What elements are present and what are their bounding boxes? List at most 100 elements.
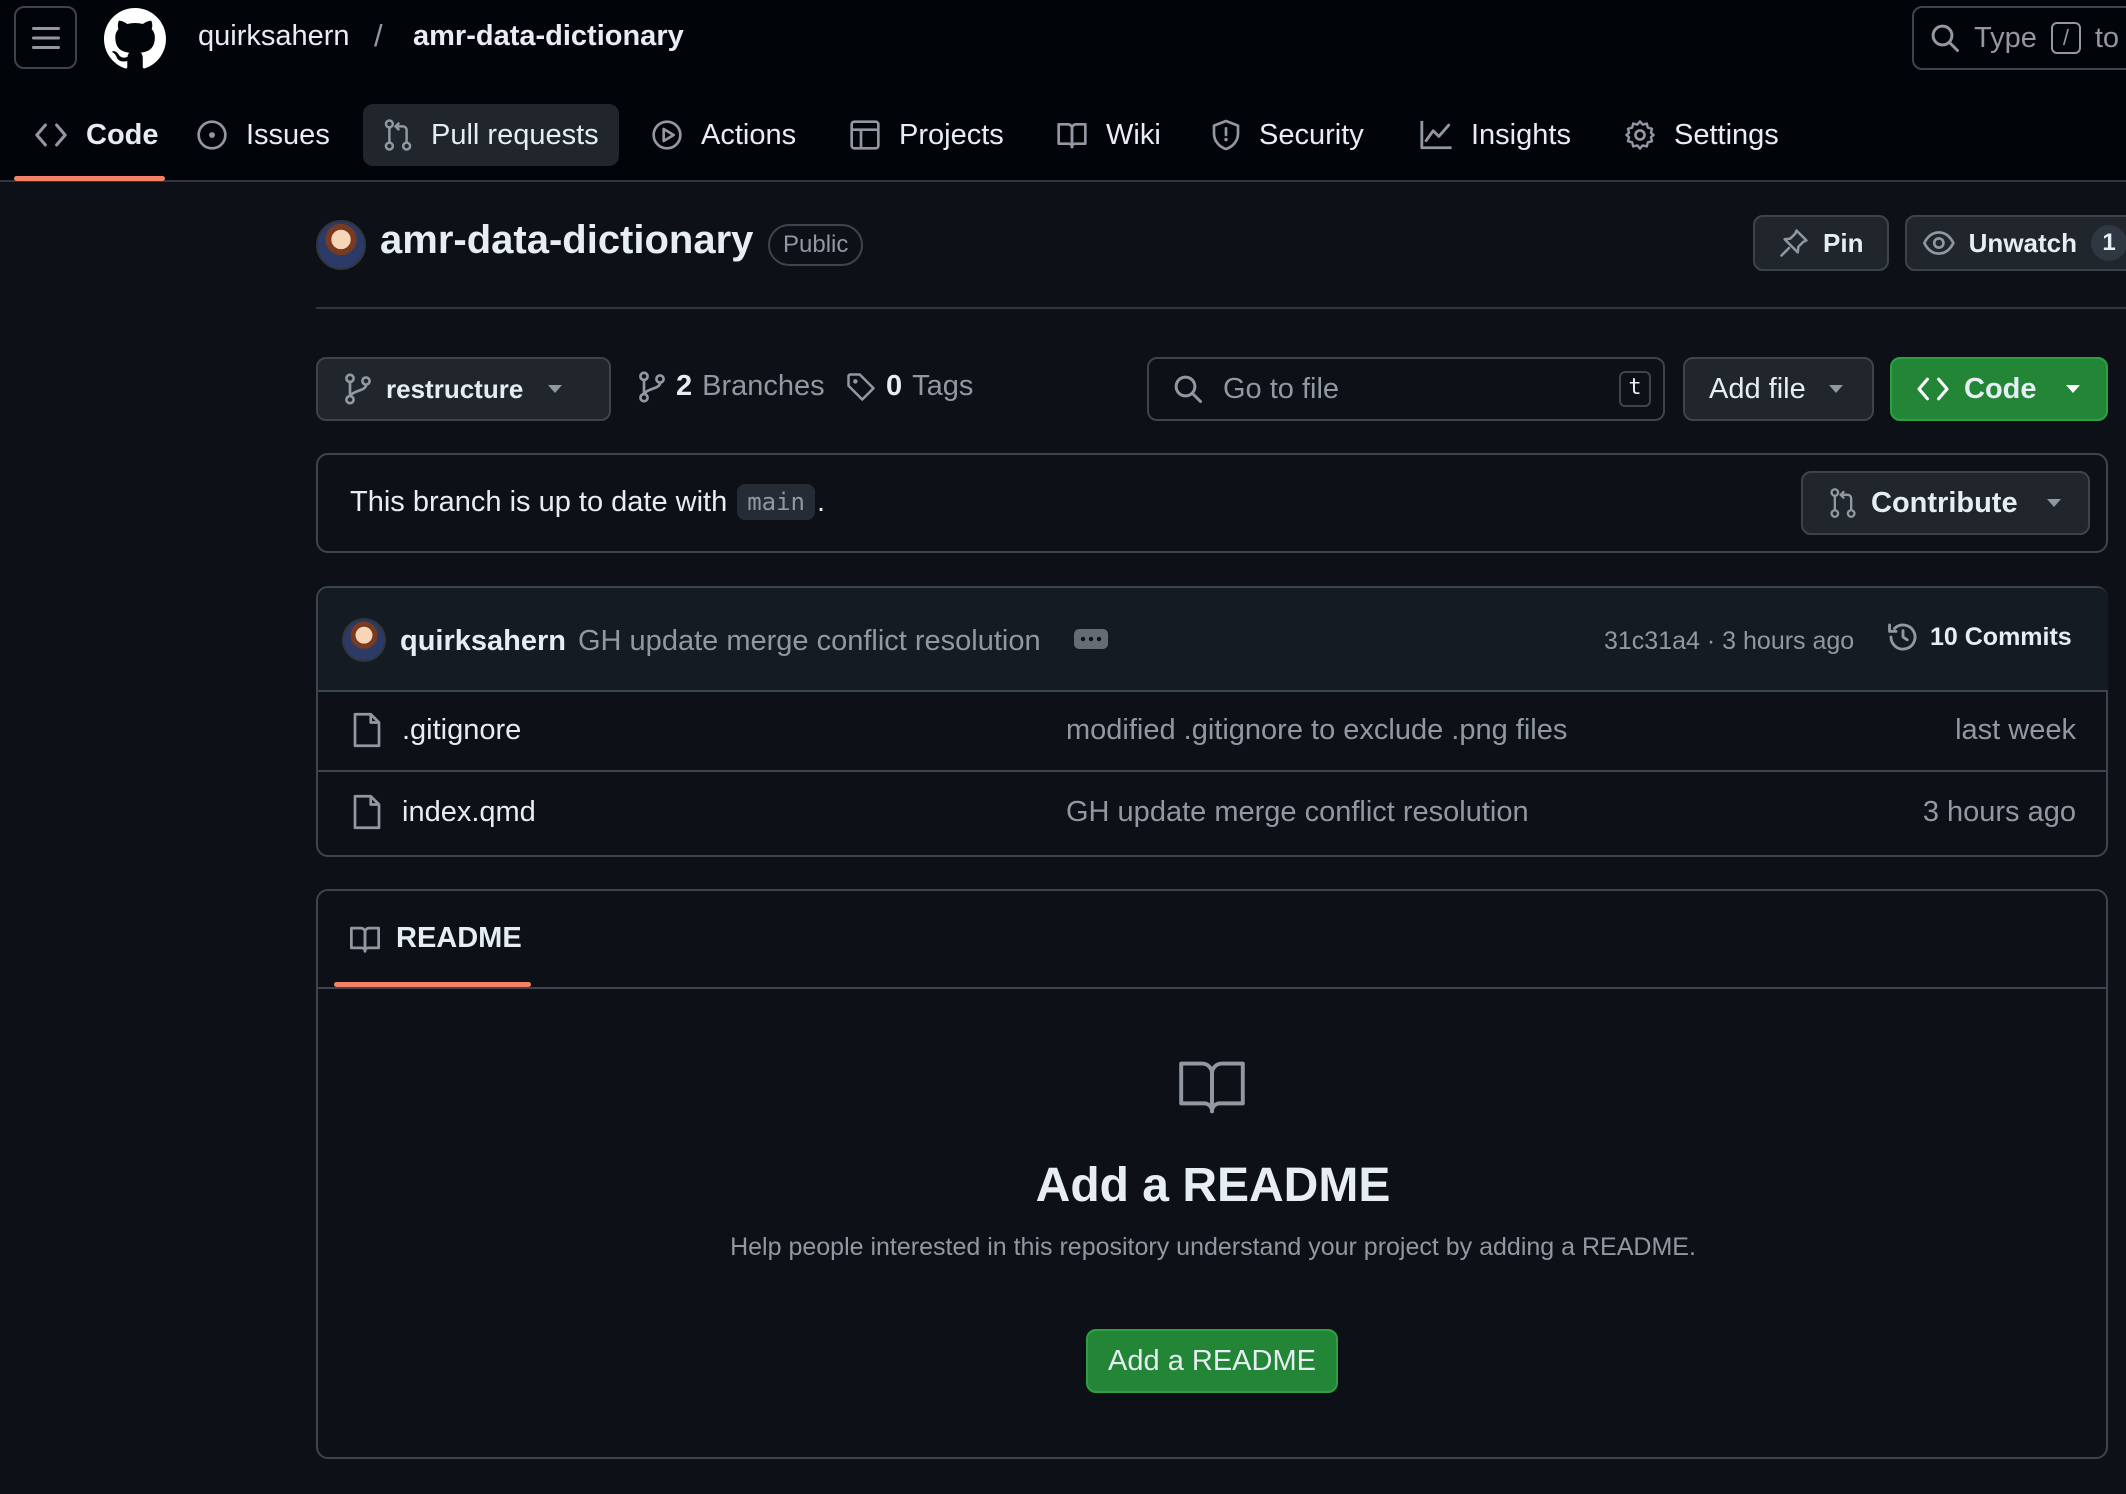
search-placeholder-suffix: to s [2094, 21, 2126, 54]
github-logo-icon[interactable] [104, 8, 166, 70]
base-branch-link[interactable]: main [737, 484, 815, 520]
file-commit-time: 3 hours ago [1922, 796, 2076, 828]
add-file-button[interactable]: Add file [1683, 357, 1874, 421]
file-name-link[interactable]: index.qmd [402, 796, 536, 829]
unwatch-button[interactable]: Unwatch 1 [1905, 215, 2126, 271]
go-to-file-shortcut: t [1619, 371, 1651, 407]
git-branch-icon [639, 370, 665, 403]
visibility-badge: Public [768, 224, 864, 266]
tab-security[interactable]: Security [1191, 104, 1384, 166]
commits-count-label: 10 Commits [1930, 622, 2072, 651]
graph-icon [1420, 120, 1452, 150]
breadcrumb-repo-link[interactable]: amr-data-dictionary [413, 20, 684, 53]
triangle-down-icon [2065, 385, 2080, 393]
file-commit-time: last week [1955, 714, 2076, 746]
tags-link[interactable]: 0 Tags [846, 370, 973, 403]
branches-link[interactable]: 2 Branches [638, 370, 825, 403]
book-icon [1179, 1061, 1245, 1114]
readme-tab[interactable]: README [348, 922, 522, 955]
triangle-down-icon [2046, 499, 2061, 507]
latest-commit-row: quirksahern GH update merge conflict res… [318, 588, 2108, 692]
branch-status-message: This branch is up to date with main . [350, 484, 825, 520]
menu-button[interactable] [14, 6, 77, 69]
search-icon [1174, 375, 1202, 403]
triangle-down-icon [1828, 385, 1843, 393]
branch-selector[interactable]: restructure [316, 357, 611, 421]
breadcrumb-separator: / [374, 18, 383, 53]
file-row[interactable]: .gitignore modified .gitignore to exclud… [318, 692, 2108, 772]
file-name-link[interactable]: .gitignore [402, 714, 521, 747]
play-icon [652, 120, 682, 150]
git-branch-icon [345, 373, 371, 405]
tab-insights[interactable]: Insights [1399, 104, 1591, 166]
contribute-button[interactable]: Contribute [1801, 471, 2090, 535]
go-to-file-placeholder: Go to file [1223, 372, 1340, 405]
file-icon [353, 712, 381, 748]
ellipsis-expand-button[interactable] [1074, 629, 1108, 649]
tab-insights-label: Insights [1471, 118, 1571, 151]
global-header: quirksahern / amr-data-dictionary Type /… [0, 0, 2126, 182]
branches-label: Branches [702, 370, 825, 402]
tab-settings-label: Settings [1674, 118, 1779, 151]
git-pull-request-icon [1830, 488, 1856, 518]
branch-status-period: . [817, 485, 826, 518]
history-icon [1888, 623, 1917, 651]
search-placeholder-prefix: Type [1974, 21, 2037, 54]
file-icon [353, 794, 381, 830]
table-icon [850, 120, 880, 150]
commit-sha-link[interactable]: 31c31a4 [1604, 627, 1700, 655]
file-commit-message-link[interactable]: GH update merge conflict resolution [1066, 796, 1529, 829]
tab-actions[interactable]: Actions [631, 104, 816, 166]
unwatch-label: Unwatch [1968, 227, 2077, 258]
commit-meta: 31c31a4 · 3 hours ago [1604, 627, 1854, 656]
commit-author-avatar[interactable] [342, 618, 386, 662]
owner-avatar[interactable] [316, 220, 366, 270]
commit-meta-dot: · [1706, 627, 1716, 655]
triangle-down-icon [548, 385, 563, 393]
tab-issues[interactable]: Issues [176, 104, 350, 166]
commits-history-link[interactable]: 10 Commits [1886, 620, 2072, 654]
tab-selected-indicator [14, 176, 165, 181]
tags-label: Tags [912, 370, 974, 402]
commit-message-link[interactable]: GH update merge conflict resolution [578, 625, 1041, 658]
breadcrumb-owner-link[interactable]: quirksahern [198, 20, 350, 53]
file-commit-message-link[interactable]: modified .gitignore to exclude .png file… [1066, 714, 1567, 747]
file-row[interactable]: index.qmd GH update merge conflict resol… [318, 774, 2108, 854]
commit-author-link[interactable]: quirksahern [400, 625, 566, 658]
book-icon [1057, 123, 1087, 149]
add-readme-description: Help people interested in this repositor… [730, 1233, 1696, 1261]
global-search-input[interactable]: Type / to s [1912, 6, 2126, 70]
title-divider [316, 307, 2126, 309]
tab-pull-requests[interactable]: Pull requests [363, 104, 619, 166]
code-button-label: Code [1964, 372, 2037, 405]
tab-issues-label: Issues [246, 118, 330, 151]
branch-name: restructure [386, 373, 524, 404]
branch-status-text: This branch is up to date with [350, 485, 728, 518]
contribute-label: Contribute [1871, 486, 2018, 519]
tag-icon [847, 372, 875, 401]
code-dropdown-button[interactable]: Code [1890, 357, 2108, 421]
add-readme-button-label: Add a README [1108, 1344, 1316, 1377]
tab-security-label: Security [1259, 118, 1364, 151]
search-shortcut-key: / [2050, 22, 2081, 54]
pin-button[interactable]: Pin [1753, 215, 1890, 271]
watch-count: 1 [2091, 225, 2126, 261]
pin-label: Pin [1823, 227, 1864, 258]
gear-icon [1625, 120, 1655, 150]
readme-divider [318, 987, 2108, 989]
add-readme-heading: Add a README [1035, 1159, 1391, 1212]
go-to-file-input[interactable]: Go to file t [1147, 357, 1665, 421]
kebab-horizontal-icon [1080, 636, 1102, 642]
tab-wiki-label: Wiki [1106, 118, 1161, 151]
tab-wiki[interactable]: Wiki [1036, 104, 1181, 166]
tab-projects-label: Projects [899, 118, 1004, 151]
tab-settings[interactable]: Settings [1604, 104, 1799, 166]
tab-actions-label: Actions [701, 118, 797, 151]
issue-opened-icon [197, 120, 227, 150]
tab-projects[interactable]: Projects [829, 104, 1024, 166]
add-readme-button[interactable]: Add a README [1086, 1329, 1338, 1393]
tab-code[interactable]: Code [14, 104, 179, 166]
tags-count: 0 [886, 370, 903, 402]
book-icon [350, 926, 380, 953]
repo-title[interactable]: amr-data-dictionary [380, 218, 753, 263]
